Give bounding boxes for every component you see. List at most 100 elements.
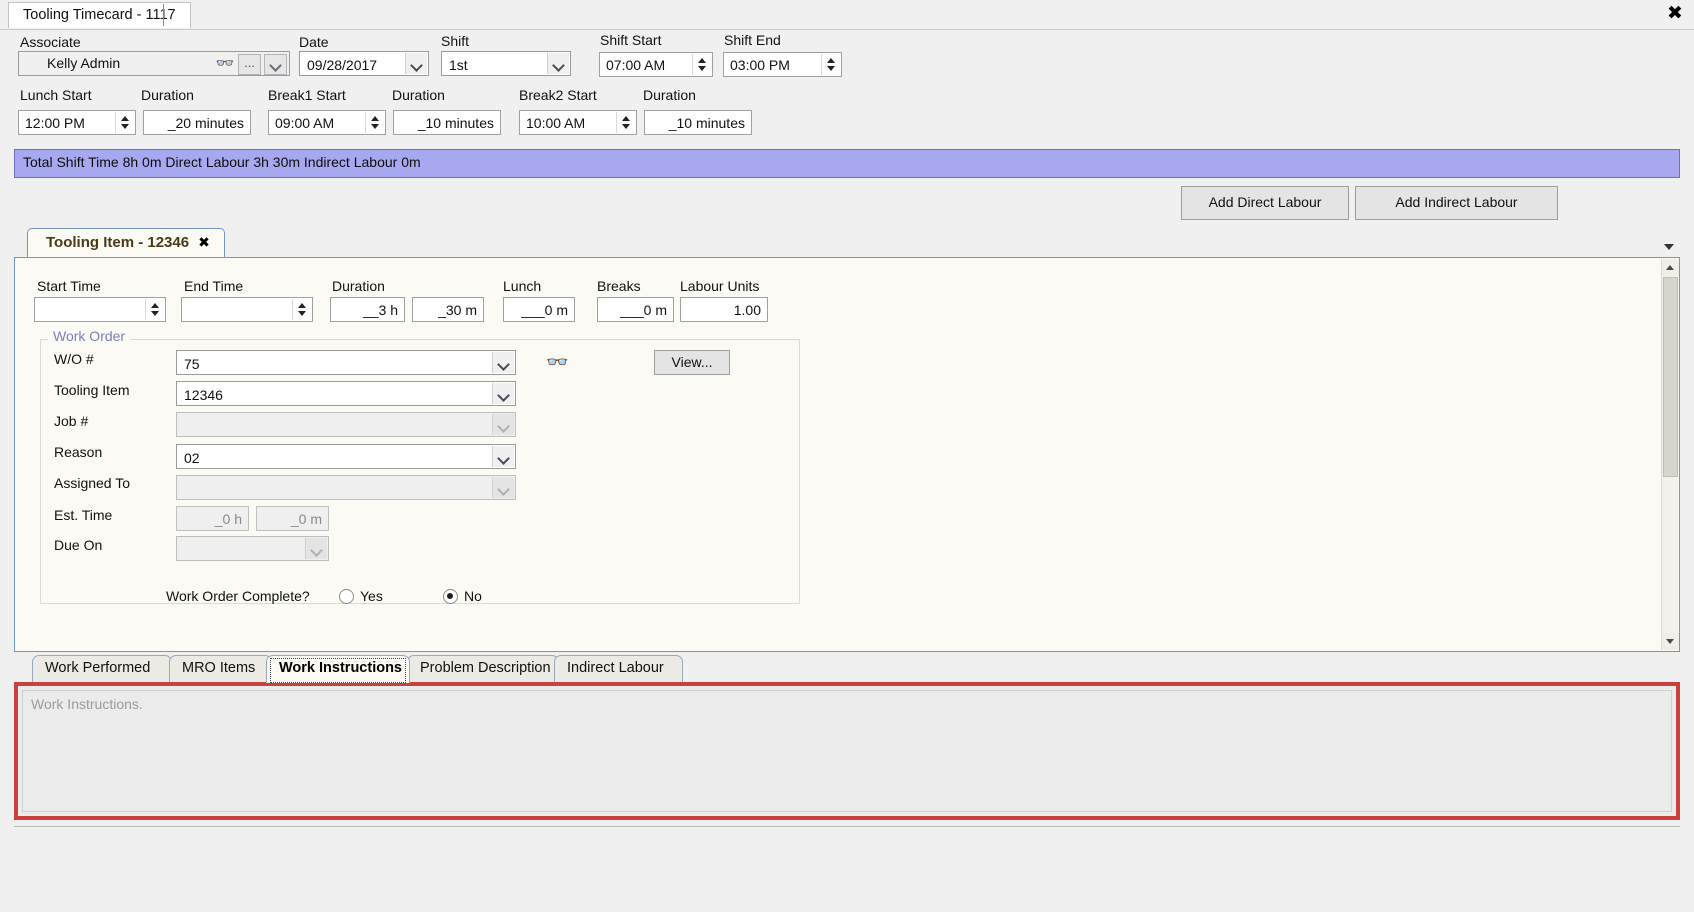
chevron-down-icon[interactable] [264,54,287,75]
item-tab-strip: Tooling Item - 12346 ✖ [14,228,1680,258]
duration-hours-input[interactable]: __3 h [330,297,405,322]
shift-start-value: 07:00 AM [606,57,666,73]
radio-work-order-complete-no[interactable] [443,589,458,604]
break1-duration-input[interactable]: _10 minutes [393,110,501,135]
tab-tooling-item-12346[interactable]: Tooling Item - 12346 ✖ [27,228,225,258]
lunch-label: Lunch [503,278,542,294]
wo-number-value: 75 [184,356,200,372]
tab-overflow-chevron-down-icon[interactable] [1662,240,1678,254]
add-direct-labour-button[interactable]: Add Direct Labour [1181,186,1349,220]
chevron-down-icon[interactable] [492,383,514,404]
associate-value: Kelly Admin [47,55,121,71]
labour-units-label: Labour Units [680,278,760,294]
work-instructions-textarea[interactable]: Work Instructions. [22,690,1672,812]
tab-problem-description[interactable]: Problem Description [407,655,559,683]
binoculars-icon[interactable]: 👓 [214,54,236,74]
close-icon[interactable]: ✖ [198,235,210,251]
panel-scrollbar[interactable] [1661,259,1679,650]
duration-minutes-input[interactable]: _30 m [412,297,484,322]
associate-browse-button[interactable]: ... [238,54,261,75]
chevron-down-icon[interactable] [492,414,514,435]
tab-work-performed-label: Work Performed [45,660,151,676]
spinner-arrows-icon[interactable] [115,112,134,133]
chevron-down-icon[interactable] [492,477,514,498]
tooling-timecard-window: Tooling Timecard - 1117 ✖ Associate Kell… [0,0,1694,914]
radio-no-label: No [464,588,482,604]
lunch-input[interactable]: ___0 m [503,297,575,322]
reason-combo[interactable]: 02 [176,444,516,469]
spinner-arrows-icon[interactable] [616,112,635,133]
due-on-label: Due On [54,537,103,553]
scroll-up-icon[interactable] [1662,259,1679,276]
window-tab-label: Tooling Timecard - 1117 [23,7,176,23]
break1-start-value: 09:00 AM [275,115,335,131]
tab-mro-items[interactable]: MRO Items [169,655,272,683]
start-time-label: Start Time [37,278,101,294]
break2-start-label: Break2 Start [519,87,597,103]
scroll-thumb[interactable] [1663,277,1678,477]
end-time-label: End Time [184,278,244,294]
job-number-combo[interactable] [176,412,516,437]
labour-units-input[interactable]: 1.00 [680,297,768,322]
radio-work-order-complete-yes[interactable] [339,589,354,604]
tooling-item-label: Tooling Item [54,382,130,398]
work-order-groupbox [40,339,800,604]
reason-label: Reason [54,444,103,460]
chevron-down-icon[interactable] [492,446,514,467]
window-title-strip: Tooling Timecard - 1117 ✖ [0,0,1694,30]
shift-combo[interactable]: 1st [441,51,571,76]
shift-start-spinner[interactable]: 07:00 AM [599,52,713,77]
est-time-hours-input[interactable]: _0 h [176,506,249,531]
lunch-duration-label: Duration [141,87,194,103]
date-combo[interactable]: 09/28/2017 [299,51,429,76]
add-indirect-labour-button[interactable]: Add Indirect Labour [1355,186,1558,220]
chevron-down-icon[interactable] [547,53,569,74]
assigned-to-combo[interactable] [176,475,516,500]
break1-start-spinner[interactable]: 09:00 AM [268,110,386,135]
work-order-complete-label: Work Order Complete? [166,588,310,604]
chevron-down-icon[interactable] [305,538,327,559]
est-time-minutes-input[interactable]: _0 m [256,506,329,531]
spinner-arrows-icon[interactable] [292,299,311,320]
work-order-group-title: Work Order [48,328,131,344]
tab-work-instructions-label: Work Instructions [279,660,402,676]
shift-end-spinner[interactable]: 03:00 PM [723,52,842,77]
tab-work-instructions[interactable]: Work Instructions [266,655,410,683]
spinner-arrows-icon[interactable] [821,54,840,75]
breaks-input[interactable]: ___0 m [597,297,674,322]
spinner-arrows-icon[interactable] [365,112,384,133]
shift-end-label: Shift End [724,32,781,48]
scroll-down-icon[interactable] [1662,633,1679,650]
tab-work-performed[interactable]: Work Performed [32,655,172,683]
tab-indirect-labour[interactable]: Indirect Labour [554,655,683,683]
work-order-search-binoculars-icon[interactable]: 👓 [546,352,568,373]
radio-yes-label: Yes [360,588,383,604]
tab-mro-items-label: MRO Items [182,660,256,676]
associate-field[interactable]: Kelly Admin 👓 ... [18,51,290,76]
item-tab-label: Tooling Item - 12346 [46,234,190,251]
associate-label: Associate [20,34,81,50]
break2-duration-input[interactable]: _10 minutes [644,110,752,135]
due-on-combo[interactable] [176,536,329,561]
assigned-to-label: Assigned To [54,475,131,491]
spinner-arrows-icon[interactable] [692,54,711,75]
chevron-down-icon[interactable] [492,352,514,373]
tooling-item-combo[interactable]: 12346 [176,381,516,406]
wo-number-combo[interactable]: 75 [176,350,516,375]
close-icon[interactable]: ✖ [1664,3,1686,25]
end-time-spinner[interactable] [181,297,313,322]
status-bar [14,826,1680,847]
text-cursor [163,4,164,26]
view-button[interactable]: View... [654,350,730,375]
lunch-duration-input[interactable]: _20 minutes [143,110,251,135]
spinner-arrows-icon[interactable] [145,299,164,320]
chevron-down-icon[interactable] [405,53,427,74]
date-value: 09/28/2017 [307,57,378,73]
lunch-start-value: 12:00 PM [25,115,85,131]
break2-start-spinner[interactable]: 10:00 AM [519,110,637,135]
tooling-item-value: 12346 [184,387,223,403]
shift-summary-bar: Total Shift Time 8h 0m Direct Labour 3h … [14,149,1680,178]
break1-duration-label: Duration [392,87,445,103]
lunch-start-spinner[interactable]: 12:00 PM [18,110,136,135]
start-time-spinner[interactable] [34,297,166,322]
